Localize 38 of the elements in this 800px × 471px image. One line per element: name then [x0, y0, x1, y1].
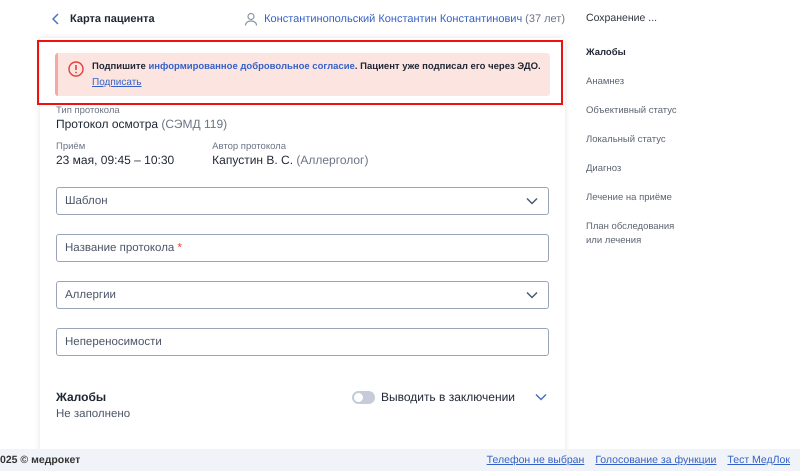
field-value: Капустин В. С. (Аллерголог) [212, 153, 368, 167]
field-value: 23 мая, 09:45 – 10:30 [56, 153, 174, 167]
field-label: Приём [56, 141, 86, 152]
section-value: Не заполнено [56, 408, 132, 420]
sign-link[interactable]: Подписать [92, 77, 142, 88]
consent-link[interactable]: информированное добровольное согласие [148, 61, 355, 72]
chevron-down-icon [526, 291, 538, 299]
toggle-label: Выводить в заключении [380, 390, 515, 404]
toggle-switch[interactable] [352, 390, 375, 404]
footer-link[interactable]: Тест МедЛок [727, 454, 790, 466]
copyright: 025 © медрокет [0, 454, 80, 466]
footer-link[interactable]: Телефон не выбран [486, 454, 584, 466]
alert-message: Подпишите информированное добровольное согласие. Пациент уже подписал его через ЭДО. [92, 61, 541, 72]
select-field[interactable]: Аллергии [56, 281, 549, 309]
section-title: Жалобы [56, 390, 106, 404]
page-title: Карта пациента [70, 13, 155, 25]
save-status: Сохранение ... [586, 12, 658, 24]
field-value: Протокол осмотра (СЭМД 119) [56, 117, 228, 131]
person-icon [244, 12, 258, 26]
nav-link[interactable]: Локальный статус [586, 133, 686, 147]
nav-link[interactable]: Диагноз [586, 162, 686, 176]
nav-link[interactable]: Объективный статус [586, 104, 686, 118]
nav-link[interactable]: План обследования или лечения [586, 220, 686, 248]
footer-link[interactable]: Голосование за функции [595, 454, 716, 466]
nav-link[interactable]: Жалобы [586, 46, 686, 60]
select-field[interactable]: Шаблон [56, 187, 549, 215]
chevron-down-icon [526, 197, 538, 205]
field-label: Автор протокола [212, 141, 287, 152]
warning-icon [68, 61, 84, 77]
input-field[interactable]: Непереносимости [56, 328, 549, 356]
patient-link[interactable]: Константинопольский Константин Константинович [264, 13, 522, 25]
back-icon[interactable] [52, 13, 60, 25]
chevron-icon[interactable] [535, 393, 547, 401]
nav-link[interactable]: Анамнез [586, 75, 686, 89]
nav-link[interactable]: Лечение на приёме [586, 191, 686, 205]
patient-age: (37 лет) [525, 13, 565, 25]
input-field[interactable]: Название протокола * [56, 234, 549, 262]
field-label: Тип протокола [56, 105, 121, 116]
